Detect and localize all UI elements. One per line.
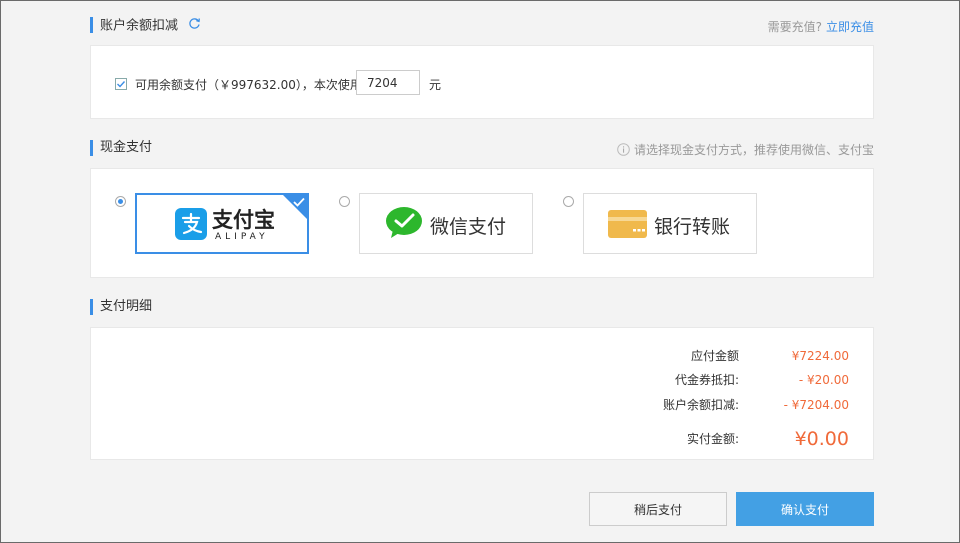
cash-hint-text: 请选择现金支付方式，推荐使用微信、支付宝: [633, 143, 874, 157]
alipay-icon: [175, 208, 207, 243]
detail-label: 代金券抵扣:: [674, 373, 739, 387]
detail-value: - ¥7204.00: [783, 398, 849, 412]
cash-section-title-text: 现金支付: [100, 140, 153, 155]
total-label: 实付金额:: [686, 432, 739, 446]
detail-value: - ¥20.00: [798, 373, 849, 387]
detail-section-title: 支付明细: [90, 299, 152, 315]
recharge-link[interactable]: 立即充值: [826, 20, 874, 34]
total-value: ¥0.00: [794, 428, 849, 450]
use-amount-input[interactable]: [356, 70, 420, 95]
wechat-label: 微信支付: [430, 216, 507, 238]
info-icon: [617, 142, 630, 159]
detail-value: ¥7224.00: [791, 349, 849, 363]
selected-check-icon: [293, 196, 305, 210]
detail-row-voucher: 代金券抵扣: - ¥20.00: [549, 371, 849, 389]
cash-section-title: 现金支付: [90, 140, 152, 156]
detail-row-balance: 账户余额扣减: - ¥7204.00: [549, 396, 849, 414]
wechat-radio[interactable]: [339, 196, 350, 207]
bank-card[interactable]: 银行转账: [583, 193, 757, 254]
detail-row-total: 实付金额: ¥0.00: [549, 426, 849, 452]
cash-hint: 请选择现金支付方式，推荐使用微信、支付宝: [617, 141, 874, 159]
balance-panel: 可用余额支付（￥997632.00），本次使用 元: [90, 45, 874, 119]
detail-panel: 应付金额 ¥7224.00 代金券抵扣: - ¥20.00 账户余额扣减: - …: [90, 327, 874, 460]
alipay-radio[interactable]: [115, 196, 126, 207]
alipay-label: 支付宝: [212, 208, 275, 232]
alipay-sublabel: ALIPAY: [215, 232, 269, 242]
detail-label: 账户余额扣减:: [662, 398, 739, 412]
refresh-icon[interactable]: [188, 17, 201, 35]
detail-row-payable: 应付金额 ¥7224.00: [549, 347, 849, 365]
available-balance-text: 可用余额支付（￥997632.00），本次使用: [135, 78, 362, 92]
balance-section-title-text: 账户余额扣减: [100, 18, 179, 34]
balance-section-title: 账户余额扣减: [90, 17, 201, 35]
alipay-card[interactable]: 支付宝 ALIPAY: [135, 193, 309, 254]
detail-label: 应付金额: [690, 349, 739, 363]
wechat-pay-icon: [385, 206, 423, 243]
bank-radio[interactable]: [563, 196, 574, 207]
pay-later-button[interactable]: 稍后支付: [589, 492, 727, 526]
confirm-pay-button[interactable]: 确认支付: [736, 492, 874, 526]
checkmark-icon: [117, 81, 126, 88]
bank-label: 银行转账: [654, 216, 731, 238]
recharge-hint: 需要充值? 立即充值: [768, 18, 874, 35]
unit-label: 元: [429, 78, 442, 92]
recharge-prompt: 需要充值?: [767, 20, 822, 34]
use-balance-checkbox[interactable]: [115, 78, 127, 90]
detail-section-title-text: 支付明细: [100, 299, 153, 314]
cash-panel: 支付宝 ALIPAY 微信支付 银行转账: [90, 168, 874, 278]
wechat-card[interactable]: 微信支付: [359, 193, 533, 254]
bank-card-icon: [608, 210, 647, 241]
